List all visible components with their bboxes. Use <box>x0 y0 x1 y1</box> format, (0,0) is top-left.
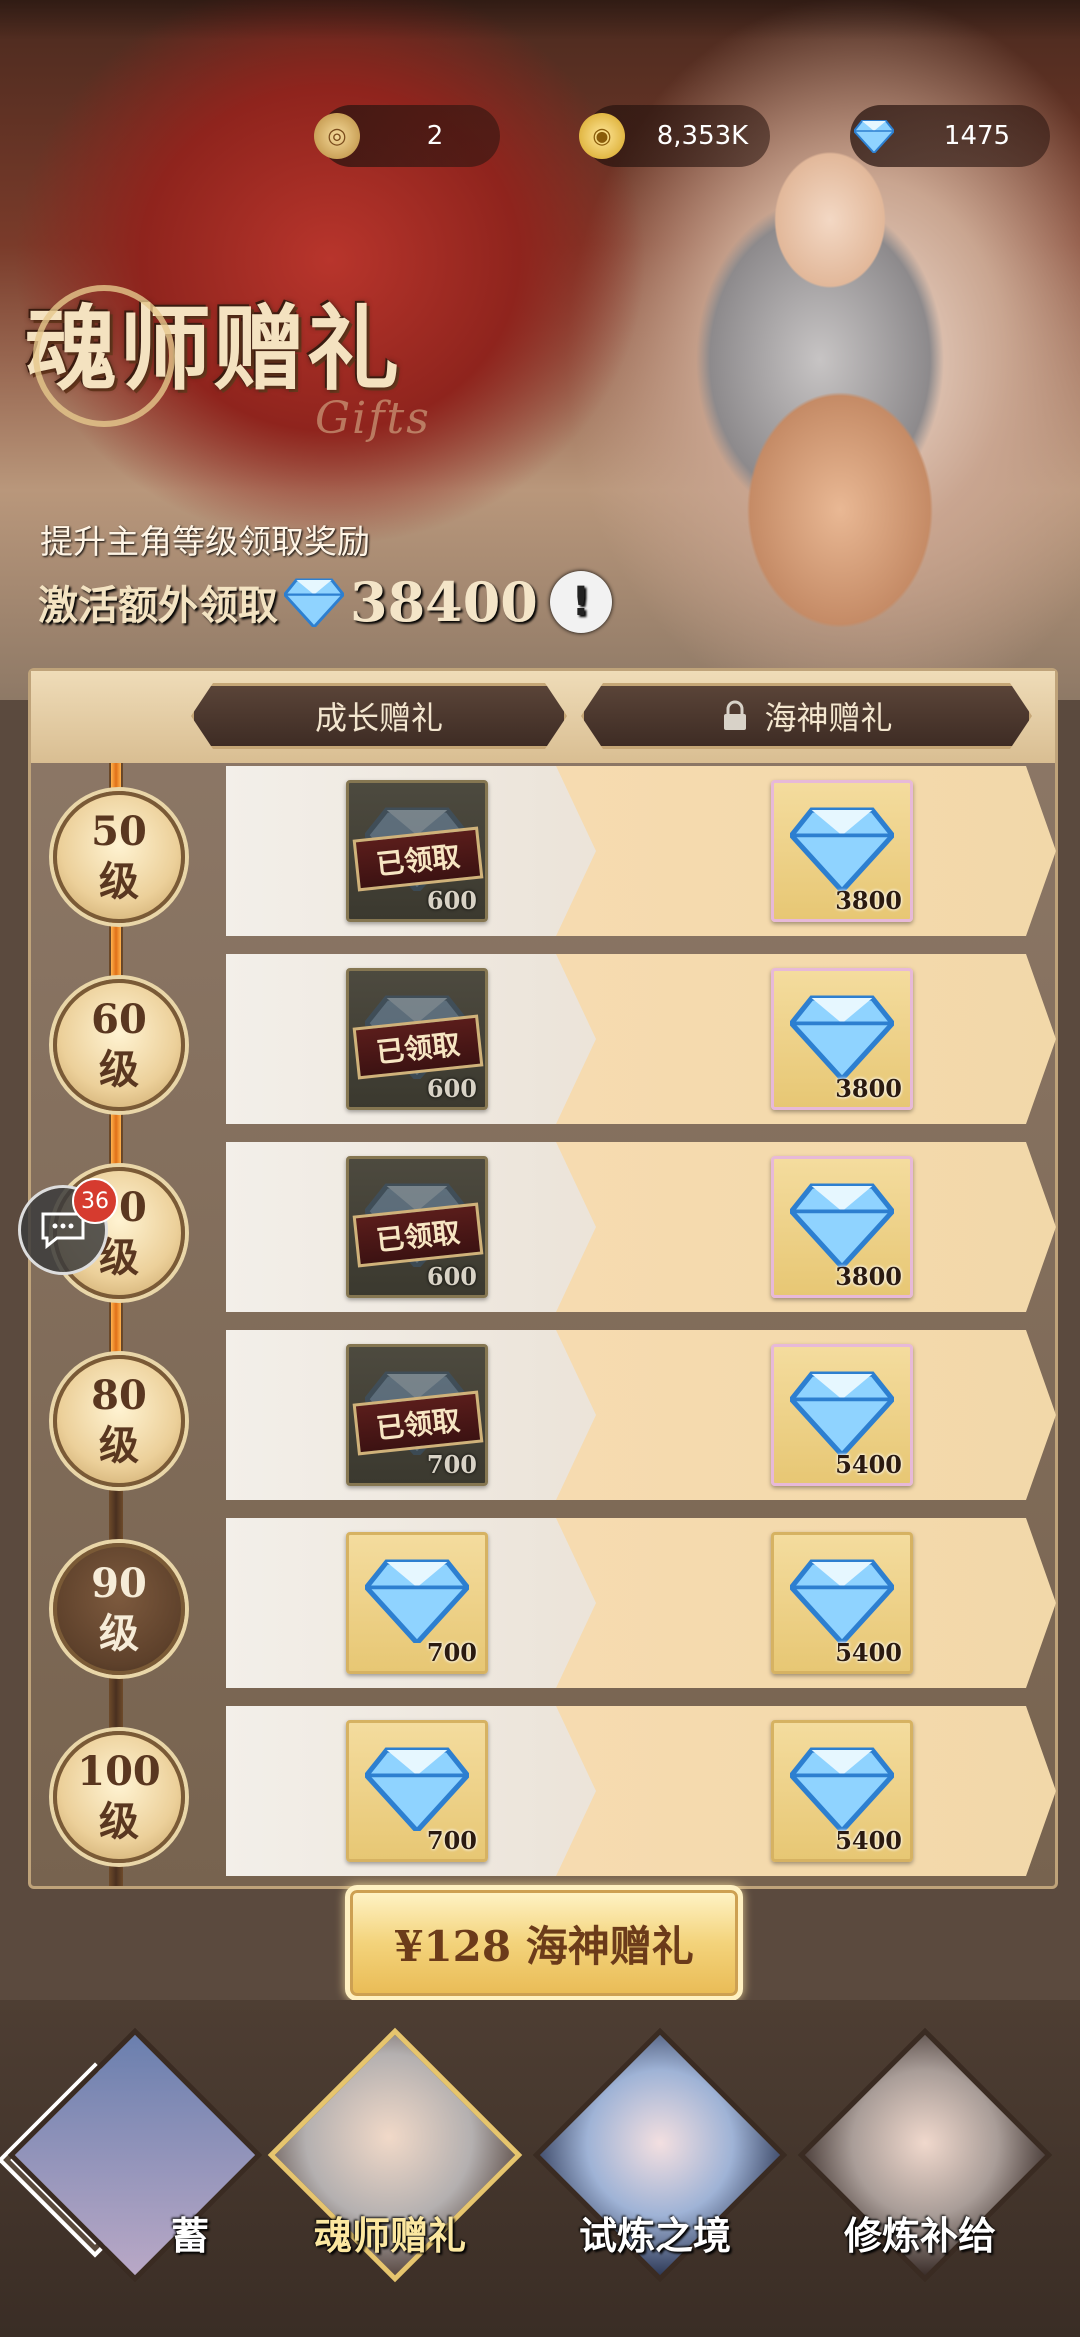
diamond-icon <box>788 1181 896 1271</box>
lock-icon <box>720 700 750 732</box>
growth-reward-item[interactable]: 已领取 600 <box>346 968 488 1110</box>
growth-reward-item[interactable]: 已领取 700 <box>346 1344 488 1486</box>
diamond-value: 1475 <box>943 121 1011 151</box>
reward-row: 已领取 600 3800 <box>226 766 1056 936</box>
token-value: 2 <box>426 121 444 151</box>
reward-row: 已领取 600 3800 <box>226 1142 1056 1312</box>
event-title-subtext: Gifts <box>315 393 431 444</box>
reward-panel: 成长赠礼 海神赠礼 50 级 已领取 600 3800 60 级 已领取 600… <box>28 668 1058 1889</box>
extra-reward-line: 激活额外领取 38400 ! <box>38 570 612 634</box>
growth-reward-item[interactable]: 700 <box>346 1532 488 1674</box>
poseidon-reward-item[interactable]: 3800 <box>771 780 913 922</box>
level-badge: 50 级 <box>53 791 185 923</box>
growth-reward-item[interactable]: 已领取 600 <box>346 1156 488 1298</box>
tab-growth-gift-label: 成长赠礼 <box>314 699 443 737</box>
nav-tab-partial[interactable]: 蓄 <box>7 2027 263 2285</box>
diamond-icon <box>788 805 896 895</box>
diamond-icon <box>788 1557 896 1647</box>
reward-quantity: 600 <box>426 886 477 915</box>
title-emblem-ring <box>33 285 175 427</box>
status-bar-shade <box>0 0 1080 40</box>
gold-value: 8,353K <box>656 121 749 151</box>
reward-row: 已领取 700 5400 <box>226 1330 1056 1500</box>
nav-tab-label: 试炼之境 <box>578 2213 731 2258</box>
reward-quantity: 5400 <box>835 1450 902 1479</box>
diamond-icon <box>788 993 896 1083</box>
level-badge: 80 级 <box>53 1355 185 1487</box>
growth-reward-item[interactable]: 700 <box>346 1720 488 1862</box>
reward-row: 700 5400 <box>226 1518 1056 1688</box>
info-button[interactable]: ! <box>549 571 612 633</box>
promo-description: 提升主角等级领取奖励 <box>40 522 370 561</box>
reward-quantity: 700 <box>426 1450 477 1479</box>
reward-quantity: 5400 <box>835 1638 902 1667</box>
poseidon-reward-item[interactable]: 3800 <box>771 968 913 1110</box>
tab-poseidon-gift[interactable]: 海神赠礼 <box>581 683 1032 749</box>
reward-quantity: 700 <box>426 1826 477 1855</box>
gold-coin-icon: ◉ <box>579 113 625 159</box>
tab-poseidon-gift-label: 海神赠礼 <box>764 699 893 737</box>
diamond-counter[interactable]: 1475 <box>850 105 1050 167</box>
poseidon-reward-item[interactable]: 5400 <box>771 1532 913 1674</box>
reward-quantity: 3800 <box>835 1074 902 1103</box>
reward-row: 已领取 600 3800 <box>226 954 1056 1124</box>
extra-reward-amount: 38400 <box>350 570 538 634</box>
diamond-icon <box>854 119 894 153</box>
reward-quantity: 700 <box>426 1638 477 1667</box>
reward-tab-bar: 成长赠礼 海神赠礼 <box>31 671 1055 763</box>
token-counter[interactable]: ◎ 2 <box>314 105 500 167</box>
reward-quantity: 3800 <box>835 1262 902 1291</box>
token-icon: ◎ <box>314 113 360 159</box>
reward-quantity: 600 <box>426 1262 477 1291</box>
diamond-icon <box>363 1557 471 1647</box>
tab-growth-gift[interactable]: 成长赠礼 <box>191 683 567 749</box>
poseidon-reward-item[interactable]: 3800 <box>771 1156 913 1298</box>
diamond-icon <box>788 1369 896 1459</box>
nav-tab-label: 蓄 <box>170 2213 209 2258</box>
diamond-icon <box>788 1745 896 1835</box>
level-badge: 90 级 <box>53 1543 185 1675</box>
buy-poseidon-gift-button[interactable]: ¥128 海神赠礼 <box>345 1885 743 2001</box>
nav-tab-soul-master-gift[interactable]: 魂师赠礼 <box>267 2027 523 2285</box>
reward-quantity: 600 <box>426 1074 477 1103</box>
chat-unread-badge: 36 <box>72 1178 118 1224</box>
diamond-icon <box>282 577 346 630</box>
nav-tab-label: 修炼补给 <box>843 2213 996 2258</box>
level-badge: 60 级 <box>53 979 185 1111</box>
extra-reward-label: 激活额外领取 <box>38 582 278 629</box>
diamond-icon <box>363 1745 471 1835</box>
event-title: 魂师赠礼 Gifts <box>25 275 429 444</box>
growth-reward-item[interactable]: 已领取 600 <box>346 780 488 922</box>
reward-quantity: 3800 <box>835 886 902 915</box>
reward-row: 700 5400 <box>226 1706 1056 1876</box>
poseidon-reward-item[interactable]: 5400 <box>771 1720 913 1862</box>
nav-tab-cultivation-supply[interactable]: 修炼补给 <box>797 2027 1053 2285</box>
poseidon-reward-item[interactable]: 5400 <box>771 1344 913 1486</box>
gold-counter[interactable]: ◉ 8,353K <box>579 105 770 167</box>
level-badge: 100 级 <box>53 1731 185 1863</box>
nav-tab-label: 魂师赠礼 <box>313 2213 466 2258</box>
reward-quantity: 5400 <box>835 1826 902 1855</box>
nav-tab-trial-realm[interactable]: 试炼之境 <box>532 2027 788 2285</box>
